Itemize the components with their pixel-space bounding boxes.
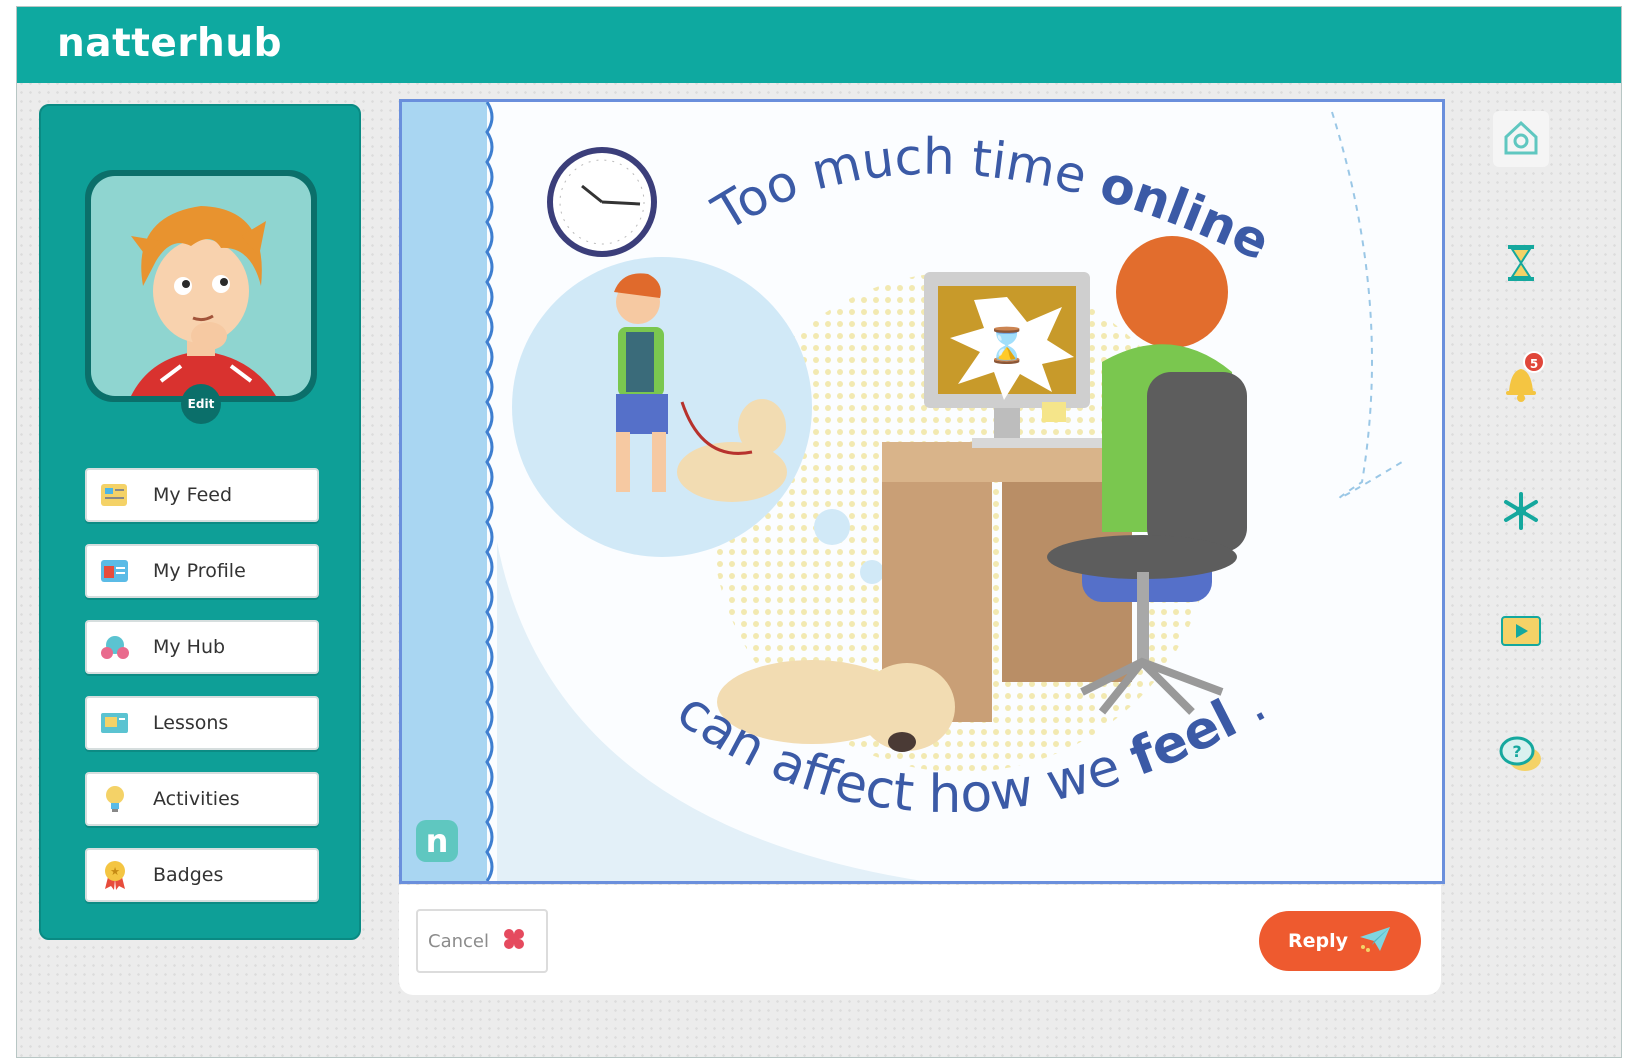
avatar <box>91 176 311 396</box>
bell-icon: 5 <box>1501 351 1545 407</box>
timer-button[interactable] <box>1493 237 1549 293</box>
svg-text:?: ? <box>1512 742 1521 761</box>
wellbeing-button[interactable] <box>1493 485 1549 541</box>
close-icon <box>503 928 525 954</box>
sidebar-item-label: Badges <box>153 864 224 886</box>
snowflake-icon <box>1501 491 1541 535</box>
home-icon <box>1501 117 1541 161</box>
svg-text:⌛: ⌛ <box>986 326 1028 366</box>
sidebar-item-label: My Feed <box>153 484 233 506</box>
avatar-frame <box>85 170 317 402</box>
notifications-button[interactable]: 5 <box>1493 351 1549 411</box>
reply-button[interactable]: Reply <box>1259 911 1421 971</box>
feed-icon <box>99 479 131 511</box>
sidebar-item-my-hub[interactable]: My Hub <box>85 620 319 674</box>
sidebar-item-lessons[interactable]: Lessons <box>85 696 319 750</box>
badge-icon: ★ <box>99 859 131 891</box>
corner-logo: n <box>426 822 449 860</box>
sidebar-item-my-feed[interactable]: My Feed <box>85 468 319 522</box>
hub-icon <box>99 631 131 663</box>
avatar-illustration <box>131 206 276 396</box>
help-button[interactable]: ? <box>1493 729 1549 785</box>
sidebar: Edit My Feed My Profile My Hub Lessons A… <box>39 104 361 940</box>
help-chat-icon: ? <box>1499 735 1543 779</box>
post-actions: Cancel Reply <box>399 885 1441 995</box>
paper-plane-icon <box>1358 925 1392 957</box>
sidebar-item-label: Lessons <box>153 712 229 734</box>
home-button[interactable] <box>1493 111 1549 167</box>
reply-label: Reply <box>1287 930 1348 952</box>
sidebar-menu: My Feed My Profile My Hub Lessons Activi… <box>85 468 319 924</box>
app-frame: natterhub Edit My Feed My Profile My Hub… <box>16 6 1622 1058</box>
sidebar-item-activities[interactable]: Activities <box>85 772 319 826</box>
natterhub-logo[interactable]: natterhub <box>57 21 282 66</box>
svg-text:★: ★ <box>110 865 120 878</box>
right-toolbar: 5 ? <box>1485 99 1555 999</box>
lessons-icon <box>99 707 131 739</box>
videos-button[interactable] <box>1493 605 1549 661</box>
post-image: ⌛ Too much time online can affect how we… <box>399 99 1445 884</box>
profile-card-icon <box>99 555 131 587</box>
sidebar-item-label: My Profile <box>153 560 246 582</box>
top-bar: natterhub <box>17 7 1621 83</box>
notification-badge: 5 <box>1523 351 1545 373</box>
cancel-label: Cancel <box>428 930 489 952</box>
hourglass-icon <box>1506 243 1536 287</box>
sidebar-item-label: Activities <box>153 788 240 810</box>
edit-avatar-button[interactable]: Edit <box>181 384 221 424</box>
lightbulb-icon <box>99 783 131 815</box>
sidebar-item-badges[interactable]: ★ Badges <box>85 848 319 902</box>
sidebar-item-my-profile[interactable]: My Profile <box>85 544 319 598</box>
sidebar-item-label: My Hub <box>153 636 226 658</box>
cancel-button[interactable]: Cancel <box>416 909 548 973</box>
video-icon <box>1500 613 1542 653</box>
online-time-poster: ⌛ Too much time online can affect how we… <box>402 102 1442 881</box>
